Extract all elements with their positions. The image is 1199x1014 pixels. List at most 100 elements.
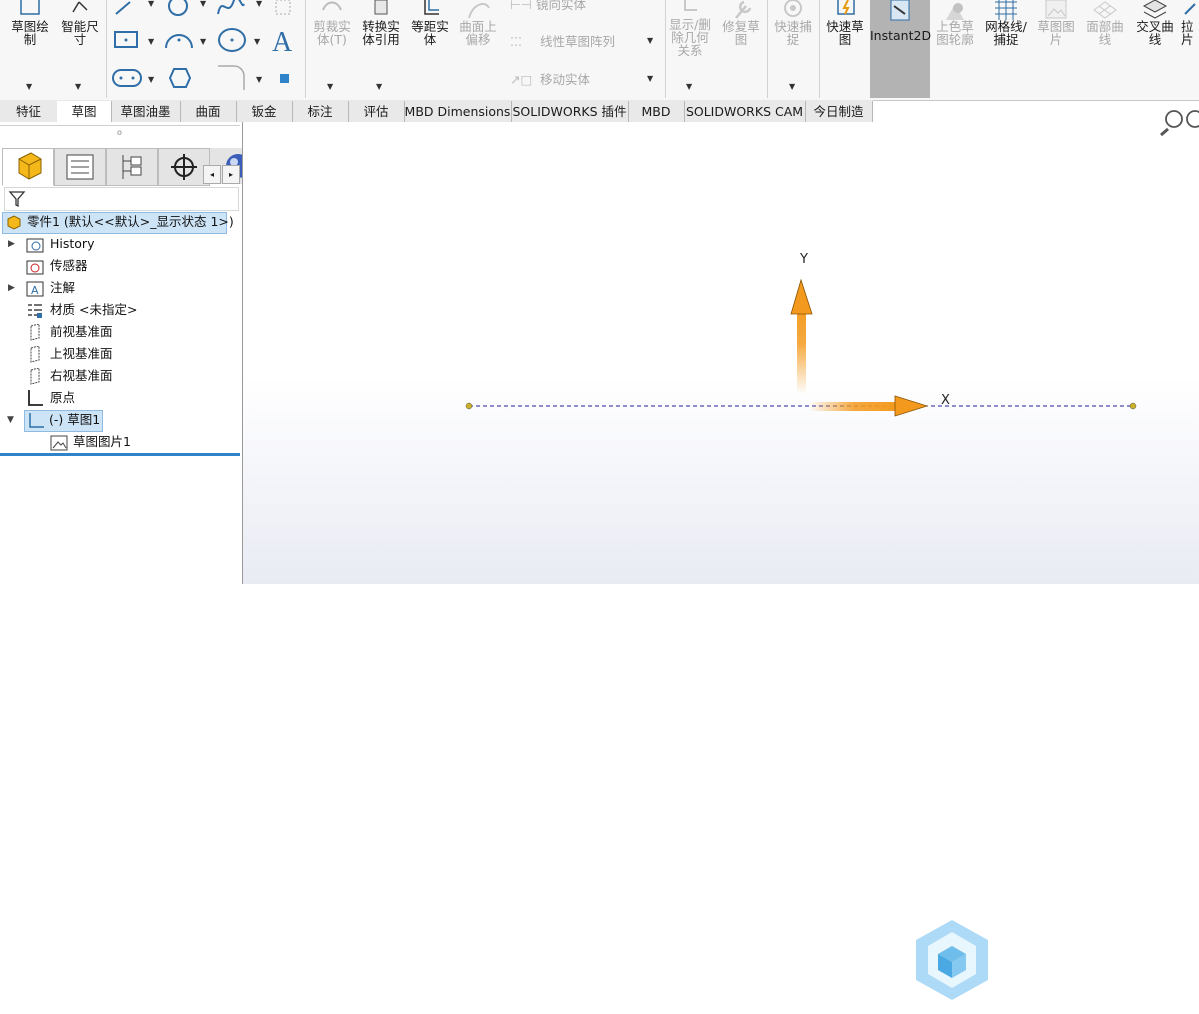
relations-icon xyxy=(684,0,697,11)
sketch-icon xyxy=(20,0,40,15)
pull-button[interactable]: 拉 片 xyxy=(1181,0,1199,46)
featuremanager-tab[interactable] xyxy=(2,148,54,186)
convert-entities-button[interactable]: 转换实 体引用 xyxy=(356,0,406,46)
x-axis-arrow-shaft xyxy=(809,402,899,411)
intersection-curve-icon xyxy=(1142,0,1168,19)
trim-dropdown[interactable]: ▼ xyxy=(327,82,333,91)
property-list-icon xyxy=(66,154,94,180)
sketch-draw-button[interactable]: 草图绘 制 xyxy=(6,0,54,46)
part-icon xyxy=(7,215,21,230)
tab-markup[interactable]: 标注 xyxy=(292,101,349,122)
tree-item-right-plane[interactable]: 右视基准面 xyxy=(50,366,113,386)
plane-icon xyxy=(30,346,40,363)
configurationmanager-tab[interactable] xyxy=(106,148,158,186)
tab-scroll-right-button[interactable]: ▸ xyxy=(222,165,240,184)
part-icon xyxy=(18,152,42,180)
sketch1-label: (-) 草图1 xyxy=(49,412,101,427)
svg-text:▼: ▼ xyxy=(256,0,263,8)
collapse-sketch1-icon[interactable]: ▼ xyxy=(7,415,14,425)
trim-icon xyxy=(322,1,342,11)
smart-dimension-label: 智能尺 寸 xyxy=(61,19,99,47)
y-axis-label: Y xyxy=(800,252,808,267)
tree-item-top-plane[interactable]: 上视基准面 xyxy=(50,344,113,364)
sketch-canvas[interactable] xyxy=(243,122,1199,584)
rapid-sketch-icon xyxy=(837,0,855,15)
tab-sketch[interactable]: 草图 xyxy=(57,101,112,122)
repair-label: 修复草 图 xyxy=(722,19,760,47)
mirror-label: 镜向实体 xyxy=(536,0,587,12)
plane-icon xyxy=(30,324,40,341)
display-delete-relations-button[interactable]: 显示/删 除几何 关系 xyxy=(667,0,713,57)
quick-snaps-dropdown[interactable]: ▼ xyxy=(789,82,795,91)
offset-entities-button[interactable]: 等距实 体 xyxy=(406,0,454,46)
relations-dropdown[interactable]: ▼ xyxy=(686,82,692,91)
rapid-sketch-label: 快速草 图 xyxy=(826,19,864,47)
instant2d-icon xyxy=(890,0,910,21)
tab-manufacturing[interactable]: 今日制造 xyxy=(805,101,873,122)
shaded-contours-icon xyxy=(946,3,964,20)
repair-sketch-button[interactable]: 修复草 图 xyxy=(717,0,765,46)
tab-features[interactable]: 特征 xyxy=(0,101,58,122)
tab-evaluate[interactable]: 评估 xyxy=(348,101,405,122)
tree-item-sketch1-selected[interactable]: (-) 草图1 xyxy=(24,410,103,432)
intersection-curve-button[interactable]: 交叉曲 线 xyxy=(1130,0,1180,46)
tab-scroll-left-button[interactable]: ◂ xyxy=(203,165,221,184)
convert-entities-icon xyxy=(374,0,388,15)
material-icon xyxy=(28,304,42,318)
filter-icon xyxy=(8,191,26,208)
empty-region xyxy=(0,584,1199,1014)
sketch-entity-tools[interactable]: ▼ ▼ ▼ ▼ ▼ ▼ A ▼ ▼ xyxy=(110,0,300,98)
tab-solidworks-cam[interactable]: SOLIDWORKS CAM xyxy=(684,101,806,122)
rollback-bar[interactable] xyxy=(0,453,240,456)
tree-item-sketch-picture1[interactable]: 草图图片1 xyxy=(73,432,131,452)
shaded-sketch-contours-button[interactable]: 上色草 图轮廓 xyxy=(931,0,979,46)
relations-label: 显示/删 除几何 关系 xyxy=(669,17,711,58)
expand-history-icon[interactable]: ▶ xyxy=(8,239,15,249)
tab-sheet-metal[interactable]: 钣金 xyxy=(236,101,293,122)
tree-item-material[interactable]: 材质 <未指定> xyxy=(50,300,137,320)
tab-mbd[interactable]: MBD xyxy=(628,101,685,122)
move-label: 移动实体 xyxy=(540,72,591,87)
move-dropdown[interactable]: ▼ xyxy=(647,74,653,83)
tree-item-annotations[interactable]: 注解 xyxy=(50,278,75,298)
tab-surfaces[interactable]: 曲面 xyxy=(180,101,237,122)
history-folder-icon xyxy=(26,238,44,253)
move-entities-button[interactable]: ↗□ 移动实体 xyxy=(510,69,590,88)
x-axis-arrowhead xyxy=(894,395,929,417)
tab-solidworks-addins[interactable]: SOLIDWORKS 插件 xyxy=(511,101,629,122)
rapid-sketch-button[interactable]: 快速草 图 xyxy=(821,0,869,46)
face-curves-button[interactable]: 面部曲 线 xyxy=(1081,0,1129,46)
face-curves-icon xyxy=(1093,1,1117,19)
tab-sketch-ink[interactable]: 草图油墨 xyxy=(111,101,181,122)
plane-icon xyxy=(30,368,40,385)
grid-snap-button[interactable]: 网格线/ 捕捉 xyxy=(981,0,1031,46)
sensor-icon xyxy=(26,260,44,275)
mirror-entities-button[interactable]: ⊢⊣ 镜向实体 xyxy=(510,0,586,13)
sketch-picture-button[interactable]: 草图图 片 xyxy=(1032,0,1080,46)
tree-root-part[interactable]: 零件1 (默认<<默认>_显示状态 1>) xyxy=(2,212,234,234)
tree-item-origin[interactable]: 原点 xyxy=(50,388,75,408)
instant2d-button[interactable]: Instant2D xyxy=(870,0,931,98)
tree-item-front-plane[interactable]: 前视基准面 xyxy=(50,322,113,342)
expand-annotations-icon[interactable]: ▶ xyxy=(8,283,15,293)
offset-on-surface-button[interactable]: 曲面上 偏移 xyxy=(454,0,502,46)
trim-entities-button[interactable]: 剪裁实 体(T) xyxy=(308,0,356,46)
panel-grip[interactable]: o xyxy=(117,128,122,137)
feature-filter-input[interactable] xyxy=(4,187,239,211)
tree-item-sensors[interactable]: 传感器 xyxy=(50,256,88,276)
tree-item-history[interactable]: History xyxy=(50,234,94,254)
convert-dropdown[interactable]: ▼ xyxy=(376,82,382,91)
tab-mbd-dimensions[interactable]: MBD Dimensions xyxy=(404,101,512,122)
y-axis-arrowhead xyxy=(790,278,813,315)
trim-label: 剪裁实 体(T) xyxy=(313,19,351,47)
sketch-draw-dropdown[interactable]: ▼ xyxy=(26,82,32,91)
smart-dimension-dropdown[interactable]: ▼ xyxy=(75,82,81,91)
pattern-dropdown[interactable]: ▼ xyxy=(647,36,653,45)
linear-pattern-button[interactable]: ⁚⁚⁚ 线性草图阵列 xyxy=(510,31,615,50)
svg-text:▼: ▼ xyxy=(256,75,263,84)
svg-text:▼: ▼ xyxy=(200,37,207,46)
quick-snaps-button[interactable]: 快速捕 捉 xyxy=(769,0,817,46)
propertymanager-tab[interactable] xyxy=(54,148,106,186)
shaded-contours-label: 上色草 图轮廓 xyxy=(936,19,974,47)
smart-dimension-button[interactable]: 智能尺 寸 xyxy=(56,0,104,46)
